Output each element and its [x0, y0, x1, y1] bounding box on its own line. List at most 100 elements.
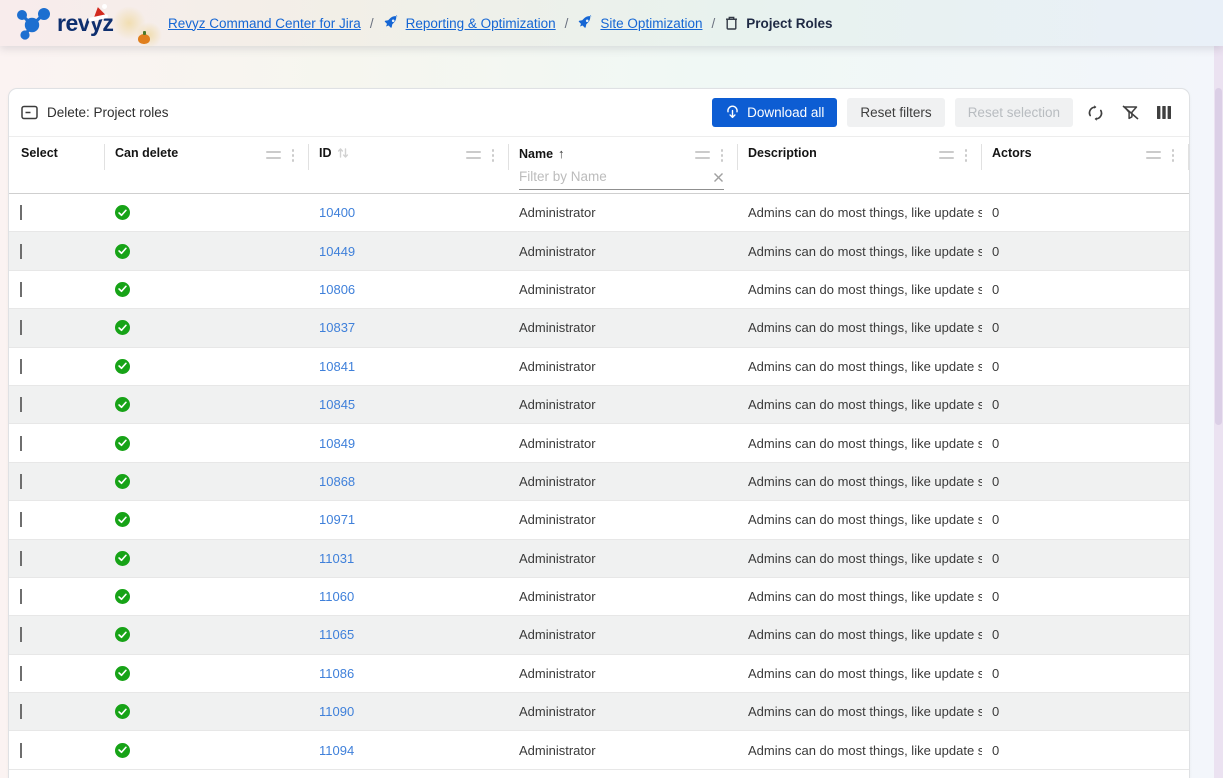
refresh-button[interactable] [1083, 101, 1108, 125]
row-checkbox[interactable] [20, 551, 22, 566]
row-id-link[interactable]: 10849 [319, 436, 355, 451]
panel-title: Delete: Project roles [47, 105, 169, 120]
header-select-label: Select [21, 146, 58, 160]
scrollbar-thumb[interactable] [1215, 88, 1222, 425]
table-row: 10849 Administrator Admins can do most t… [9, 424, 1189, 462]
row-id-link[interactable]: 10400 [319, 205, 355, 220]
reset-selection-button[interactable]: Reset selection [955, 98, 1073, 127]
row-id-link[interactable]: 10868 [319, 474, 355, 489]
breadcrumb-link-site-optimization[interactable]: Site Optimization [600, 16, 702, 31]
row-description: Admins can do most things, like update s… [748, 205, 982, 220]
row-id-link[interactable]: 10449 [319, 244, 355, 259]
row-name: Administrator [519, 359, 596, 374]
rocket-icon [577, 15, 593, 31]
row-description: Admins can do most things, like update s… [748, 627, 982, 642]
row-checkbox[interactable] [20, 666, 22, 681]
can-delete-check-icon [115, 627, 130, 642]
column-filter-icon[interactable] [466, 151, 481, 159]
row-description: Admins can do most things, like update s… [748, 743, 982, 758]
column-filter-icon[interactable] [939, 151, 954, 159]
can-delete-check-icon [115, 320, 130, 335]
table-row: 10806 Administrator Admins can do most t… [9, 271, 1189, 309]
row-actors: 0 [992, 589, 999, 604]
breadcrumb-current-project-roles: Project Roles [746, 16, 832, 31]
can-delete-check-icon [115, 589, 130, 604]
santa-hat-pom [102, 4, 107, 9]
clear-filter-button[interactable] [1118, 101, 1143, 124]
row-actors: 0 [992, 397, 999, 412]
table-row: 10449 Administrator Admins can do most t… [9, 232, 1189, 270]
can-delete-check-icon [115, 282, 130, 297]
row-actors: 0 [992, 474, 999, 489]
row-id-link[interactable]: 11031 [319, 551, 354, 566]
header-id[interactable]: ID [309, 137, 509, 193]
can-delete-check-icon [115, 474, 130, 489]
row-checkbox[interactable] [20, 512, 22, 527]
row-actors: 0 [992, 512, 999, 527]
row-actors: 0 [992, 704, 999, 719]
can-delete-check-icon [115, 397, 130, 412]
column-menu-icon[interactable] [720, 149, 725, 162]
row-name: Administrator [519, 551, 596, 566]
breadcrumb-link-reporting-optimization[interactable]: Reporting & Optimization [406, 16, 556, 31]
reset-filters-button[interactable]: Reset filters [847, 98, 944, 127]
row-name: Administrator [519, 282, 596, 297]
rocket-icon [383, 15, 399, 31]
row-checkbox[interactable] [20, 627, 22, 642]
row-checkbox[interactable] [20, 589, 22, 604]
page-scrollbar[interactable] [1214, 46, 1223, 778]
row-actors: 0 [992, 282, 999, 297]
header-description[interactable]: Description [738, 137, 982, 193]
can-delete-check-icon [115, 512, 130, 527]
row-id-link[interactable]: 10841 [319, 359, 355, 374]
header-can-delete[interactable]: Can delete [105, 137, 309, 193]
row-id-link[interactable]: 10971 [319, 512, 355, 527]
row-checkbox[interactable] [20, 704, 22, 719]
download-all-button[interactable]: Download all [712, 98, 837, 127]
row-actors: 0 [992, 743, 999, 758]
row-checkbox[interactable] [20, 282, 22, 297]
column-menu-icon[interactable] [291, 149, 296, 162]
column-menu-icon[interactable] [1171, 149, 1176, 162]
row-checkbox[interactable] [20, 244, 22, 259]
header-can-delete-label: Can delete [115, 146, 178, 160]
row-id-link[interactable]: 11060 [319, 589, 354, 604]
column-menu-icon[interactable] [964, 149, 969, 162]
breadcrumb-link-command-center[interactable]: Revyz Command Center for Jira [168, 16, 361, 31]
can-delete-check-icon [115, 205, 130, 220]
row-checkbox[interactable] [20, 436, 22, 451]
clear-name-filter-icon[interactable] [713, 172, 724, 183]
column-filter-icon[interactable] [266, 151, 281, 159]
column-filter-icon[interactable] [1146, 151, 1161, 159]
table-row: 11031 Administrator Admins can do most t… [9, 540, 1189, 578]
row-id-link[interactable]: 11065 [319, 627, 354, 642]
row-id-link[interactable]: 10845 [319, 397, 355, 412]
row-checkbox[interactable] [20, 320, 22, 335]
header-actors[interactable]: Actors [982, 137, 1189, 193]
column-menu-icon[interactable] [491, 149, 496, 162]
table-row: 11086 Administrator Admins can do most t… [9, 655, 1189, 693]
row-name: Administrator [519, 474, 596, 489]
name-filter-input[interactable] [519, 166, 724, 190]
row-id-link[interactable]: 11094 [319, 743, 354, 758]
row-checkbox[interactable] [20, 743, 22, 758]
table-row: 10400 Administrator Admins can do most t… [9, 194, 1189, 232]
row-id-link[interactable]: 10806 [319, 282, 355, 297]
row-id-link[interactable]: 10837 [319, 320, 355, 335]
row-checkbox[interactable] [20, 397, 22, 412]
row-checkbox[interactable] [20, 205, 22, 220]
row-id-link[interactable]: 11090 [319, 704, 354, 719]
row-name: Administrator [519, 704, 596, 719]
table-row: 10841 Administrator Admins can do most t… [9, 348, 1189, 386]
row-id-link[interactable]: 11086 [319, 666, 354, 681]
header-name[interactable]: Name ↑ [509, 137, 738, 193]
column-filter-icon[interactable] [695, 151, 710, 159]
row-description: Admins can do most things, like update s… [748, 704, 982, 719]
header-description-label: Description [748, 146, 817, 160]
row-checkbox[interactable] [20, 359, 22, 374]
row-checkbox[interactable] [20, 474, 22, 489]
row-description: Admins can do most things, like update s… [748, 512, 982, 527]
columns-button[interactable] [1153, 102, 1175, 123]
breadcrumb-separator: / [711, 16, 715, 31]
reset-selection-label: Reset selection [968, 105, 1060, 120]
